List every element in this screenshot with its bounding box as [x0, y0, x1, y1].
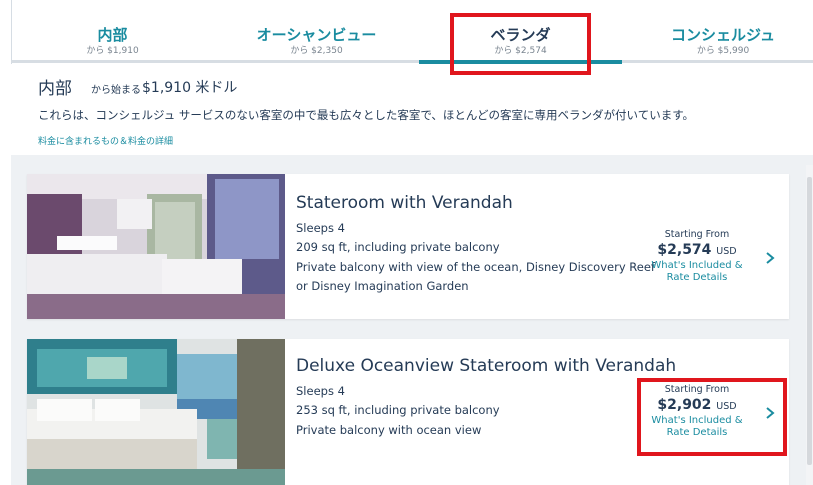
tab-label: 内部	[97, 26, 128, 44]
currency: USD	[716, 246, 737, 257]
category-title: 内部	[38, 79, 72, 99]
room-size: 209 sq ft, including private balcony	[296, 240, 500, 254]
price-box: Starting From $2,902 USD What's Included…	[637, 384, 757, 439]
category-intro: 内部 から始まる $1,910 米ドル これらは、コンシェルジュ サービスのない…	[11, 64, 813, 155]
tab-label: オーシャンビュー	[256, 26, 377, 44]
tab-label: ベランダ	[490, 26, 551, 44]
link-line: Rate Details	[666, 272, 728, 283]
chevron-right-icon[interactable]	[763, 251, 777, 265]
category-description: これらは、コンシェルジュ サービスのない客室の中で最も広々とした客室で、ほとんど…	[38, 108, 695, 122]
room-price: $2,902 USD	[637, 397, 757, 413]
tab-inside[interactable]: 内部 から $1,910	[11, 0, 214, 60]
whats-included-link[interactable]: What's Included & Rate Details	[637, 415, 757, 439]
tab-verandah[interactable]: ベランダ から $2,574	[419, 0, 622, 60]
tab-label: コンシェルジュ	[671, 26, 775, 44]
room-card-deluxe-oceanview-verandah[interactable]: Deluxe Oceanview Stateroom with Verandah…	[27, 339, 789, 485]
tab-oceanview[interactable]: オーシャンビュー から $2,350	[215, 0, 418, 60]
room-view: Private balcony with ocean view	[296, 423, 482, 437]
price-value: $2,574	[657, 242, 712, 258]
price-value: $2,902	[657, 397, 712, 413]
starting-from-label: Starting From	[664, 384, 730, 395]
link-line: Rate Details	[666, 427, 728, 438]
chevron-right-icon[interactable]	[763, 406, 777, 420]
tab-price: から $2,574	[494, 46, 547, 56]
link-line: What's Included &	[651, 260, 743, 271]
room-card-stateroom-verandah[interactable]: Stateroom with Verandah Sleeps 4 209 sq …	[27, 174, 789, 319]
price-box: Starting From $2,574 USD What's Included…	[637, 229, 757, 284]
tab-price: から $1,910	[86, 46, 139, 56]
room-size: 253 sq ft, including private balcony	[296, 403, 500, 417]
whats-included-link[interactable]: What's Included & Rate Details	[637, 260, 757, 284]
room-view-cont: or Disney Imagination Garden	[296, 279, 469, 293]
scrollbar-thumb[interactable]	[807, 177, 812, 465]
room-sleeps: Sleeps 4	[296, 384, 345, 398]
rate-details-link[interactable]: 料金に含まれるもの＆料金の詳細	[38, 134, 173, 147]
starting-price: $1,910 米ドル	[142, 80, 238, 96]
starting-from-label: Starting From	[664, 229, 730, 240]
tab-concierge[interactable]: コンシェルジュ から $5,990	[623, 0, 813, 60]
room-view: Private balcony with view of the ocean, …	[296, 260, 655, 274]
stateroom-photo	[27, 174, 285, 319]
currency: USD	[716, 401, 737, 412]
tab-price: から $5,990	[696, 46, 750, 56]
room-sleeps: Sleeps 4	[296, 221, 345, 235]
tabs-divider	[11, 60, 813, 63]
tab-price: から $2,350	[290, 46, 343, 56]
link-line: What's Included &	[651, 415, 743, 426]
room-title: Stateroom with Verandah	[296, 193, 513, 213]
stateroom-photo	[27, 339, 285, 485]
room-price: $2,574 USD	[637, 242, 757, 258]
room-title: Deluxe Oceanview Stateroom with Verandah	[296, 356, 677, 376]
starting-from-label: から始まる	[91, 85, 141, 96]
